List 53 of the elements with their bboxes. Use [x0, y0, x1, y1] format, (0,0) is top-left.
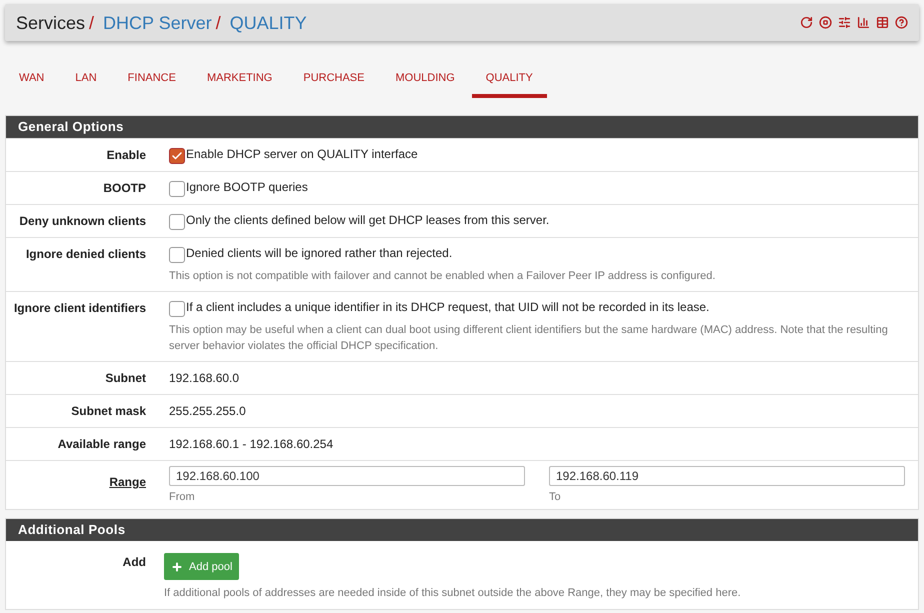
stop-icon[interactable]: [819, 16, 832, 29]
plus-icon: [171, 560, 183, 572]
checkbox[interactable]: [169, 301, 185, 317]
breadcrumb-text: Services: [16, 14, 86, 30]
sliders-icon[interactable]: [838, 16, 851, 29]
table-icon[interactable]: [876, 16, 889, 29]
field-label: Available range: [58, 437, 146, 451]
bar-chart-icon[interactable]: [857, 16, 870, 29]
tab[interactable]: MARKETING: [192, 61, 286, 98]
breadcrumb-separator: /: [89, 14, 94, 30]
input-field[interactable]: 192.168.60.119: [549, 466, 905, 486]
help-icon[interactable]: [895, 16, 908, 29]
tab[interactable]: LAN: [61, 61, 111, 98]
tab[interactable]: PURCHASE: [289, 61, 378, 98]
section-header: General Options: [6, 116, 918, 138]
tab[interactable]: FINANCE: [114, 61, 190, 98]
help-text: From: [169, 490, 196, 505]
checkbox-label: Enable DHCP server on QUALITY interface: [186, 146, 418, 162]
refresh-icon[interactable]: [800, 16, 813, 29]
field-label: Ignore client identifiers: [14, 301, 146, 315]
input-field[interactable]: 192.168.60.100: [169, 466, 525, 486]
field-value: 255.255.255.0: [169, 404, 246, 418]
checkbox-label: Ignore BOOTP queries: [186, 179, 308, 195]
field-value: 192.168.60.0: [169, 371, 240, 385]
breadcrumb-link[interactable]: DHCP Server: [103, 14, 212, 30]
field-label: Subnet mask: [71, 404, 146, 418]
checkbox[interactable]: [169, 247, 185, 263]
checkbox[interactable]: [169, 181, 185, 197]
tab[interactable]: MOULDING: [381, 61, 469, 98]
breadcrumb-link[interactable]: QUALITY: [230, 14, 307, 30]
help-text: This option is not compatible with failover and cannot be enabled when a Failover Peer IP address is configured.: [169, 269, 716, 284]
checkbox[interactable]: [169, 148, 185, 164]
field-label: Deny unknown clients: [19, 214, 146, 228]
checkbox[interactable]: [169, 214, 185, 230]
field-label: Enable: [106, 148, 146, 162]
field-label: Ignore denied clients: [26, 247, 146, 261]
checkmark-icon: [171, 150, 183, 162]
tab[interactable]: QUALITY: [472, 61, 547, 98]
tab[interactable]: WAN: [5, 61, 58, 98]
field-label: Subnet: [105, 371, 146, 385]
field-value: 192.168.60.1 - 192.168.60.254: [169, 437, 334, 451]
field-label: Range: [109, 475, 146, 489]
field-label: BOOTP: [103, 181, 146, 195]
checkbox-label: If a client includes a unique identifier in its DHCP request, that UID will not be recorded in its lease.: [186, 299, 710, 315]
add-pool-button[interactable]: Add pool: [164, 553, 240, 580]
section-header: Additional Pools: [6, 519, 918, 541]
checkbox-label: Denied clients will be ignored rather than rejected.: [186, 245, 452, 261]
help-text: This option may be useful when a client can dual boot using different client identifiers but the same hardware (MAC) address. Note that the resulting server behavior violates the official DHCP specification.: [169, 323, 889, 354]
breadcrumb-separator: /: [216, 14, 221, 30]
help-text: If additional pools of addresses are needed inside of this subnet outside the above Range, they may be specified here.: [164, 586, 741, 601]
field-label: Add: [122, 555, 146, 569]
help-text: To: [549, 490, 562, 505]
checkbox-label: Only the clients defined below will get DHCP leases from this server.: [186, 212, 550, 228]
